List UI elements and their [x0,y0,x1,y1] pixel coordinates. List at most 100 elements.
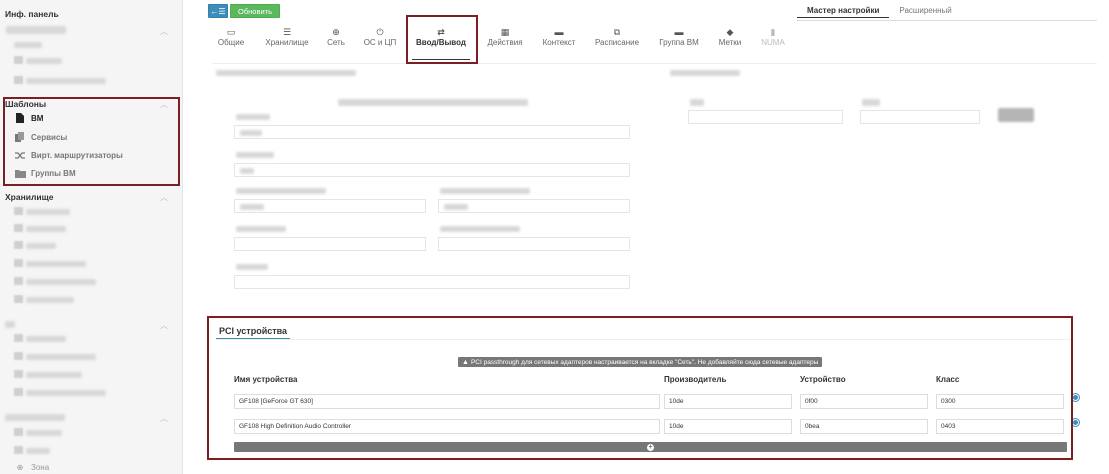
back-button[interactable]: ←☰ [208,4,228,18]
blurred-field[interactable] [438,199,630,213]
pci-device-field[interactable]: 0f00 [800,394,928,409]
tab-advanced[interactable]: Расширенный [889,6,961,18]
sidebar-item-services[interactable]: Сервисы [14,130,67,144]
chevron-up-icon[interactable]: ︿ [160,26,168,37]
pci-section-title: PCI устройства [219,326,288,336]
tab-label: Общие [217,38,245,47]
pci-device-name-field[interactable]: GF108 [GeForce GT 630] [234,394,660,409]
remove-row-icon[interactable] [1072,394,1079,401]
blurred-text [26,243,56,249]
sidebar-section-dashboard[interactable]: Инф. панель [5,9,59,19]
tab-general[interactable]: ▭ Общие [216,22,246,60]
blurred-text [240,130,262,136]
blurred-text [236,152,274,158]
tab-storage[interactable]: ☰ Хранилище [262,22,312,60]
blurred-field[interactable] [860,110,980,124]
sidebar-item-zone[interactable]: ⊕ Зона [14,460,50,474]
sidebar-item-label: ВМ [31,113,44,123]
tab-network[interactable]: ⊕ Сеть [325,22,347,60]
tasks-icon: ☰ [282,27,292,37]
pci-device-name-field[interactable]: GF108 High Definition Audio Controller [234,419,660,434]
blurred-text [26,78,106,84]
tab-numa: ▮ NUMA [760,22,786,60]
server-icon: ▮ [770,27,776,37]
blurred-text [26,297,74,303]
blurred-icon [14,56,23,64]
tab-label: Хранилище [265,38,309,47]
blurred-text [862,99,880,106]
blurred-icon [14,334,23,342]
blurred-text [6,26,66,34]
blurred-icon [14,295,23,303]
blurred-field[interactable] [234,125,630,139]
pci-device-field[interactable]: 0bea [800,419,928,434]
tab-os-cpu[interactable]: ⏻ ОС и ЦП [362,22,398,60]
blurred-icon [14,370,23,378]
tab-label: Ввод/Вывод [416,38,466,47]
tab-actions[interactable]: ▦ Действия [486,22,524,60]
blurred-field[interactable] [234,163,630,177]
blurred-text [5,321,15,328]
tab-label: Группа ВМ [659,38,699,47]
chevron-up-icon[interactable]: ︿ [160,413,168,424]
tab-label: Расписание [594,38,640,47]
sidebar-section-templates[interactable]: Шаблоны [5,99,46,109]
blurred-text [236,264,268,270]
blurred-text [240,204,264,210]
shuffle-icon [14,150,26,160]
pci-vendor-field[interactable]: 10de [664,419,792,434]
blurred-icon [14,76,23,84]
globe-icon: ⊕ [332,27,340,37]
pci-vendor-field[interactable]: 10de [664,394,792,409]
tab-tags[interactable]: ◆ Метки [716,22,744,60]
tab-label: Сеть [327,38,345,47]
blurred-field[interactable] [234,275,630,289]
blurred-text [440,188,530,194]
blurred-button[interactable] [998,108,1034,122]
chevron-up-icon[interactable]: ︿ [160,99,168,110]
sidebar-section-storage[interactable]: Хранилище [5,192,53,202]
chevron-up-icon[interactable]: ︿ [160,192,168,203]
copy-icon [14,132,26,142]
power-icon: ⏻ [376,27,384,37]
warning-icon: ▲ [462,358,469,366]
blurred-field[interactable] [234,237,426,251]
add-pci-device-button[interactable]: + [234,442,1067,452]
tab-label: Действия [487,38,523,47]
column-header-name: Имя устройства [234,375,298,384]
pci-warning-text: PCI passthrough для сетевых адаптеров на… [470,358,819,366]
blurred-text [236,226,286,232]
refresh-button[interactable]: Обновить [230,4,280,18]
blurred-text [26,390,106,396]
folder-open-icon: ▬ [674,27,684,37]
blurred-text [338,99,528,106]
plus-icon: + [647,443,654,451]
sidebar-item-vm-groups[interactable]: Группы ВМ [14,166,76,180]
sidebar-item-virtual-routers[interactable]: Вирт. маршрутизаторы [14,148,123,162]
sidebar-item-label: Группы ВМ [31,168,76,178]
blurred-text [26,430,62,436]
blurred-text [236,188,326,194]
pci-class-field[interactable]: 0300 [936,394,1064,409]
blurred-icon [14,241,23,249]
tab-vm-group[interactable]: ▬ Группа ВМ [658,22,700,60]
tab-schedule[interactable]: ⧉ Расписание [594,22,640,60]
sidebar-item-vm[interactable]: ВМ [14,111,43,125]
pci-class-field[interactable]: 0403 [936,419,1064,434]
blurred-field[interactable] [438,237,630,251]
chevron-up-icon[interactable]: ︿ [160,320,168,331]
blurred-text [26,354,96,360]
blurred-field[interactable] [234,199,426,213]
tab-label: Метки [718,38,742,47]
blurred-field[interactable] [688,110,843,124]
blurred-text [216,70,356,76]
divider [216,339,1072,340]
blurred-text [26,261,86,267]
divider [797,20,1097,21]
tab-wizard[interactable]: Мастер настройки [797,6,890,18]
remove-row-icon[interactable] [1072,419,1079,426]
exchange-icon: ⇄ [437,27,445,37]
tab-input-output[interactable]: ⇄ Ввод/Вывод [412,22,470,60]
tab-context[interactable]: ▬ Контекст [540,22,578,60]
sidebar: Инф. панель ︿ Шаблоны ︿ ВМ Сервисы Вирт.… [0,0,183,474]
